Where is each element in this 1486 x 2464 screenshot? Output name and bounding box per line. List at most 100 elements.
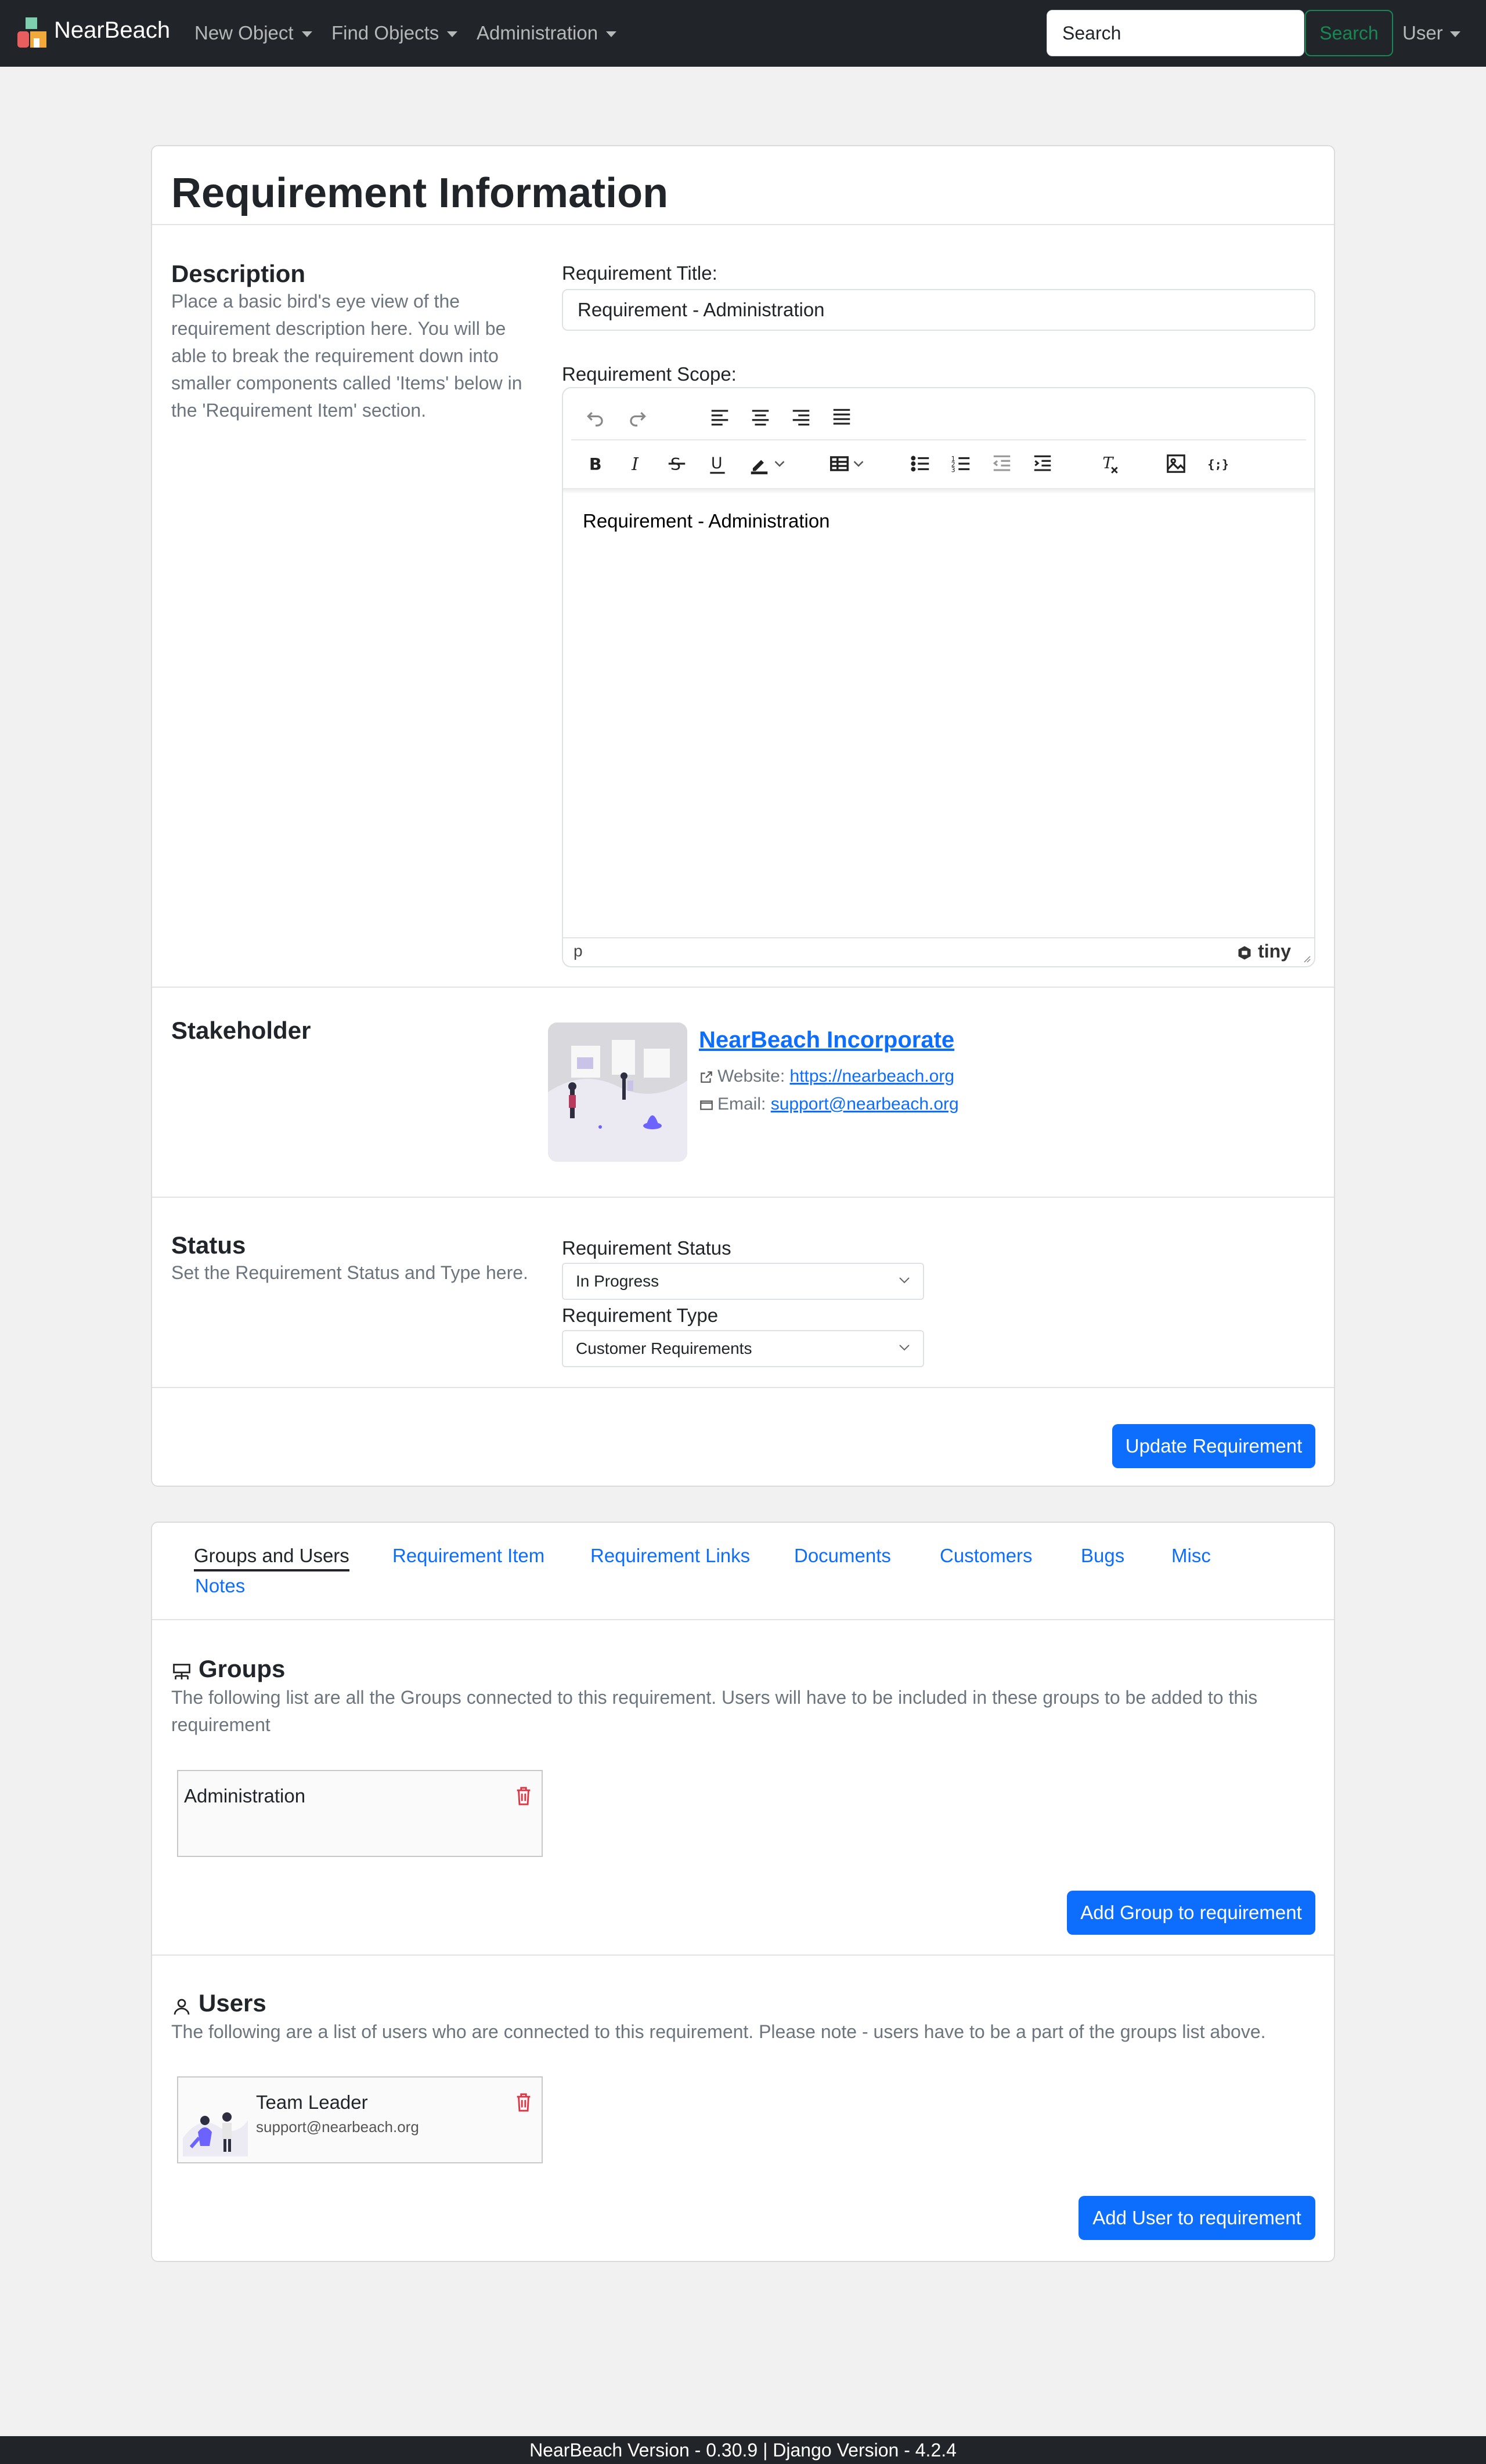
organisation-image bbox=[548, 1023, 687, 1162]
description-heading: Description bbox=[171, 260, 306, 287]
svg-text:U: U bbox=[711, 454, 723, 472]
toolbar-shadow bbox=[563, 488, 1314, 494]
resize-handle-icon[interactable] bbox=[1301, 953, 1311, 963]
tab-bugs[interactable]: Bugs bbox=[1081, 1545, 1124, 1567]
caret-down-icon bbox=[1449, 31, 1460, 38]
groups-icon bbox=[173, 1664, 190, 1679]
user-email: support@nearbeach.org bbox=[256, 2118, 419, 2136]
nav-find-objects-label: Find Objects bbox=[331, 22, 439, 44]
numbered-list-icon[interactable]: 123 bbox=[945, 447, 978, 480]
nav-administration[interactable]: Administration bbox=[477, 22, 617, 44]
requirement-title-label: Requirement Title: bbox=[562, 262, 717, 284]
svg-text:T: T bbox=[1102, 454, 1114, 472]
outdent-icon[interactable] bbox=[986, 447, 1018, 480]
clear-formatting-icon[interactable]: T bbox=[1094, 447, 1126, 480]
rich-text-editor[interactable]: B I S U 123 T {;} Requirement - Administ… bbox=[562, 387, 1315, 967]
user-menu[interactable]: User bbox=[1402, 22, 1460, 44]
requirement-scope-label: Requirement Scope: bbox=[562, 363, 737, 385]
user-menu-label: User bbox=[1402, 22, 1443, 44]
editor-toolbar-row-2: B I S U 123 T {;} bbox=[571, 442, 1306, 486]
search-button[interactable]: Search bbox=[1305, 10, 1393, 56]
align-right-icon[interactable] bbox=[785, 401, 817, 433]
tiny-brand-label: tiny bbox=[1258, 941, 1291, 962]
requirement-type-select[interactable]: Customer Requirements bbox=[562, 1330, 924, 1367]
search-input[interactable] bbox=[1047, 10, 1304, 56]
page-title: Requirement Information bbox=[171, 170, 669, 216]
insert-image-icon[interactable] bbox=[1160, 447, 1192, 480]
tab-requirement-item[interactable]: Requirement Item bbox=[392, 1545, 544, 1567]
nav-new-object-label: New Object bbox=[194, 22, 294, 44]
brand-name[interactable]: NearBeach bbox=[54, 17, 170, 44]
caret-down-icon bbox=[447, 31, 458, 38]
requirement-type-label: Requirement Type bbox=[562, 1305, 719, 1326]
user-icon bbox=[174, 1999, 190, 2015]
organisation-email: Email: support@nearbeach.org bbox=[699, 1094, 959, 1114]
underline-icon[interactable]: U bbox=[701, 447, 734, 480]
tab-requirement-links[interactable]: Requirement Links bbox=[590, 1545, 750, 1567]
tab-notes[interactable]: Notes bbox=[195, 1575, 245, 1597]
user-avatar bbox=[183, 2112, 248, 2156]
divider bbox=[152, 1954, 1334, 1956]
requirement-card: Requirement Information Description Plac… bbox=[151, 145, 1335, 1487]
requirement-status-select[interactable]: In Progress bbox=[562, 1263, 924, 1300]
italic-icon[interactable]: I bbox=[620, 447, 652, 480]
status-heading: Status bbox=[171, 1231, 246, 1259]
undo-icon[interactable] bbox=[579, 401, 612, 433]
organisation-website: Website: https://nearbeach.org bbox=[699, 1067, 954, 1086]
groups-desc: The following list are all the Groups co… bbox=[171, 1687, 1258, 1735]
description-text: Place a basic bird's eye view of the req… bbox=[171, 291, 522, 421]
nav-new-object[interactable]: New Object bbox=[194, 22, 312, 44]
divider bbox=[152, 224, 1334, 225]
external-link-icon bbox=[701, 1071, 712, 1083]
stakeholder-heading: Stakeholder bbox=[171, 1017, 311, 1044]
email-label: Email: bbox=[717, 1094, 766, 1114]
trash-icon[interactable] bbox=[515, 2093, 532, 2112]
tiny-brand[interactable]: tiny bbox=[1236, 941, 1291, 962]
bullet-list-icon[interactable] bbox=[904, 447, 937, 480]
tab-documents[interactable]: Documents bbox=[794, 1545, 891, 1567]
add-group-button[interactable]: Add Group to requirement bbox=[1067, 1891, 1315, 1935]
element-path[interactable]: p bbox=[574, 942, 583, 960]
table-dropdown-chevron-icon[interactable] bbox=[850, 447, 867, 480]
requirement-title-input[interactable]: Requirement - Administration bbox=[562, 289, 1315, 331]
editor-content[interactable]: Requirement - Administration bbox=[583, 510, 830, 532]
svg-text:{;}: {;} bbox=[1207, 457, 1228, 471]
status-desc: Set the Requirement Status and Type here… bbox=[171, 1262, 528, 1283]
nearbeach-logo-icon[interactable] bbox=[16, 16, 50, 50]
requirement-status-value: In Progress bbox=[576, 1272, 659, 1290]
tab-groups-and-users[interactable]: Groups and Users bbox=[194, 1545, 349, 1571]
update-requirement-button[interactable]: Update Requirement bbox=[1112, 1424, 1315, 1468]
indent-icon[interactable] bbox=[1026, 447, 1059, 480]
bold-icon[interactable]: B bbox=[579, 447, 612, 480]
highlight-dropdown-chevron-icon[interactable] bbox=[771, 447, 788, 480]
nav-administration-label: Administration bbox=[477, 22, 598, 44]
add-user-button[interactable]: Add User to requirement bbox=[1079, 2196, 1315, 2240]
user-card[interactable]: Team Leader support@nearbeach.org bbox=[177, 2076, 543, 2163]
tiny-logo-icon bbox=[1238, 945, 1251, 960]
organisation-name-link[interactable]: NearBeach Incorporate bbox=[699, 1027, 954, 1053]
website-link[interactable]: https://nearbeach.org bbox=[790, 1067, 955, 1086]
tabs-card: Groups and Users Requirement Item Requir… bbox=[151, 1522, 1335, 2262]
align-left-icon[interactable] bbox=[704, 401, 736, 433]
requirement-status-label: Requirement Status bbox=[562, 1237, 731, 1259]
users-heading: Users bbox=[199, 1989, 266, 2017]
align-center-icon[interactable] bbox=[744, 401, 777, 433]
trash-icon[interactable] bbox=[515, 1786, 532, 1806]
caret-down-icon bbox=[606, 31, 617, 38]
chevron-down-icon bbox=[899, 1277, 910, 1284]
code-sample-icon[interactable]: {;} bbox=[1200, 447, 1233, 480]
divider bbox=[152, 1387, 1334, 1388]
email-link[interactable]: support@nearbeach.org bbox=[771, 1094, 959, 1114]
groups-heading: Groups bbox=[199, 1655, 286, 1682]
divider bbox=[152, 1619, 1334, 1620]
editor-statusbar: p tiny bbox=[563, 937, 1314, 966]
align-justify-icon[interactable] bbox=[825, 401, 858, 433]
tab-misc[interactable]: Misc bbox=[1171, 1545, 1211, 1567]
svg-text:3: 3 bbox=[951, 466, 955, 474]
nav-find-objects[interactable]: Find Objects bbox=[331, 22, 458, 44]
tab-customers[interactable]: Customers bbox=[940, 1545, 1033, 1567]
redo-icon[interactable] bbox=[621, 401, 654, 433]
svg-text:I: I bbox=[631, 454, 639, 475]
strikethrough-icon[interactable]: S bbox=[661, 447, 693, 480]
group-card[interactable]: Administration bbox=[177, 1770, 543, 1857]
